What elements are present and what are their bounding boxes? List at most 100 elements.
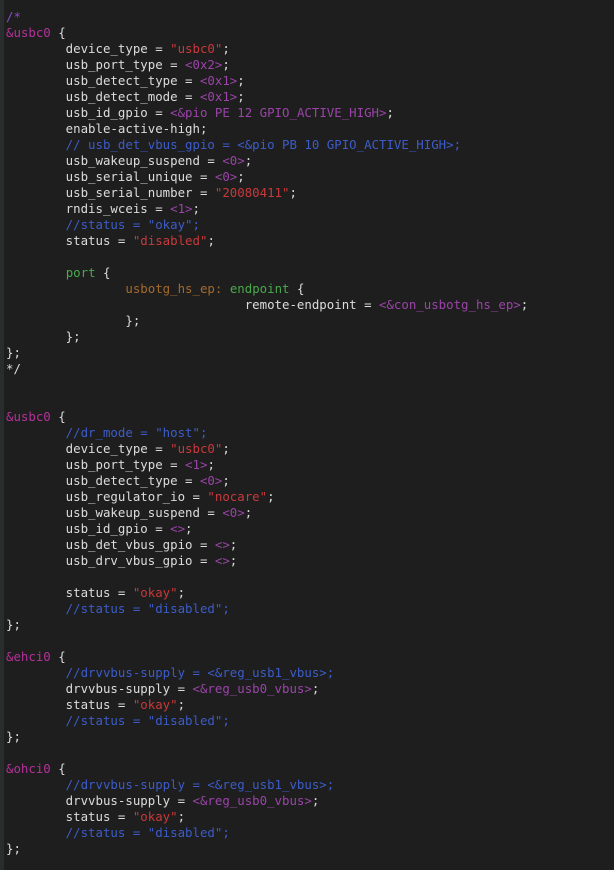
code-text: usb_detect_mode = bbox=[6, 89, 200, 104]
code-value: <0x1> bbox=[199, 89, 238, 104]
code-text: }; bbox=[6, 345, 21, 360]
code-text: status = bbox=[6, 585, 133, 600]
code-text: usb_regulator_io = bbox=[6, 489, 208, 504]
code-line: usb_id_gpio = <>; bbox=[6, 521, 612, 537]
code-text: usb_detect_type = bbox=[6, 473, 200, 488]
code-text: usb_detect_type = bbox=[6, 73, 200, 88]
code-line: }; bbox=[6, 313, 612, 329]
code-comment: //dr_mode = "host"; bbox=[6, 425, 208, 440]
code-line: device_type = "usbc0"; bbox=[6, 441, 612, 457]
code-string: "okay" bbox=[132, 697, 178, 712]
code-line: usb_serial_number = "20080411"; bbox=[6, 185, 612, 201]
code-text: usb_id_gpio = bbox=[6, 105, 171, 120]
code-line: usb_detect_type = <0>; bbox=[6, 473, 612, 489]
code-line: ​ bbox=[6, 377, 612, 393]
code-keyword: port bbox=[65, 265, 96, 280]
code-keyword: endpoint bbox=[229, 281, 290, 296]
code-value: <0> bbox=[222, 505, 245, 520]
code-text: usb_drv_vbus_gpio = bbox=[6, 553, 215, 568]
code-text: */ bbox=[6, 361, 21, 376]
code-line: status = "okay"; bbox=[6, 809, 612, 825]
code-line: }; bbox=[6, 841, 612, 857]
code-line: ​ bbox=[6, 633, 612, 649]
code-text: ; bbox=[177, 809, 186, 824]
code-line: //status = "disabled"; bbox=[6, 601, 612, 617]
code-text: ; bbox=[222, 473, 230, 488]
code-text: usb_wakeup_suspend = bbox=[6, 153, 223, 168]
code-text: ; bbox=[267, 489, 275, 504]
code-text: ; bbox=[237, 89, 245, 104]
code-text: usb_serial_number = bbox=[6, 185, 215, 200]
code-comment: //drvvbus-supply = <&reg_usb1_vbus>; bbox=[6, 665, 335, 680]
code-value: <&reg_usb0_vbus> bbox=[192, 681, 312, 696]
code-value: <&reg_usb0_vbus> bbox=[192, 793, 312, 808]
code-text: ; bbox=[229, 553, 238, 568]
code-line: &ehci0 { bbox=[6, 649, 612, 665]
code-text: ; bbox=[222, 57, 230, 72]
node-reference: &usbc0 bbox=[6, 409, 51, 424]
code-text: device_type = bbox=[6, 441, 171, 456]
code-value: <0> bbox=[199, 473, 223, 488]
code-line: }; bbox=[6, 345, 612, 361]
code-line: drvvbus-supply = <&reg_usb0_vbus>; bbox=[6, 681, 612, 697]
code-line: usb_wakeup_suspend = <0>; bbox=[6, 505, 612, 521]
code-text: }; bbox=[6, 617, 21, 632]
code-text: remote-endpoint = bbox=[6, 297, 379, 312]
code-line: status = "okay"; bbox=[6, 697, 612, 713]
code-line: remote-endpoint = <&con_usbotg_hs_ep>; bbox=[6, 297, 612, 313]
code-line: usb_serial_unique = <0>; bbox=[6, 169, 612, 185]
code-text: ; bbox=[244, 153, 253, 168]
code-editor[interactable]: /* &usbc0 { device_type = "usbc0"; usb_po… bbox=[0, 0, 614, 870]
code-text: ; bbox=[207, 457, 215, 472]
code-line: usb_det_vbus_gpio = <>; bbox=[6, 537, 612, 553]
code-line: ​ bbox=[6, 249, 612, 265]
code-value: <> bbox=[170, 521, 186, 536]
code-string: "nocare" bbox=[207, 489, 268, 504]
code-string: "disabled" bbox=[132, 233, 208, 248]
code-text: { bbox=[95, 265, 111, 280]
code-text: usb_serial_unique = bbox=[6, 169, 215, 184]
code-line: }; bbox=[6, 329, 612, 345]
code-text-area[interactable]: /* &usbc0 { device_type = "usbc0"; usb_po… bbox=[6, 9, 612, 857]
code-text: }; bbox=[6, 729, 21, 744]
code-line: &usbc0 { bbox=[6, 25, 612, 41]
code-line: //drvvbus-supply = <&reg_usb1_vbus>; bbox=[6, 777, 612, 793]
code-comment: //status = "disabled"; bbox=[6, 601, 230, 616]
code-text: { bbox=[50, 409, 66, 424]
code-text: ; bbox=[229, 537, 238, 552]
code-line: ​ bbox=[6, 569, 612, 585]
code-line: /* bbox=[6, 9, 612, 25]
code-line: usb_wakeup_suspend = <0>; bbox=[6, 153, 612, 169]
code-line: enable-active-high; bbox=[6, 121, 612, 137]
code-string: "usbc0" bbox=[170, 41, 223, 56]
code-text: ; bbox=[192, 201, 200, 216]
code-text: ; bbox=[177, 585, 186, 600]
code-text: }; bbox=[6, 329, 81, 344]
code-comment: //status = "disabled"; bbox=[6, 825, 230, 840]
code-text: status = bbox=[6, 809, 133, 824]
code-line: //dr_mode = "host"; bbox=[6, 425, 612, 441]
code-line: }; bbox=[6, 729, 612, 745]
code-line: status = "okay"; bbox=[6, 585, 612, 601]
code-line: rndis_wceis = <1>; bbox=[6, 201, 612, 217]
code-value: <0x2> bbox=[185, 57, 223, 72]
code-value: <> bbox=[214, 553, 230, 568]
code-line: }; bbox=[6, 617, 612, 633]
code-comment: //drvvbus-supply = <&reg_usb1_vbus>; bbox=[6, 777, 335, 792]
code-string: "okay" bbox=[132, 809, 178, 824]
code-text: status = bbox=[6, 233, 133, 248]
code-text: ; bbox=[185, 521, 193, 536]
code-line: usb_detect_type = <0x1>; bbox=[6, 73, 612, 89]
code-value: <0> bbox=[214, 169, 238, 184]
code-comment: // usb_det_vbus_gpio = <&pio PB 10 GPIO_… bbox=[6, 137, 462, 152]
code-line: port { bbox=[6, 265, 612, 281]
code-text: }; bbox=[6, 313, 141, 328]
code-text: usb_port_type = bbox=[6, 457, 186, 472]
node-reference: &ehci0 bbox=[6, 649, 51, 664]
code-label: usbotg_hs_ep: bbox=[125, 281, 223, 296]
code-line: status = "disabled"; bbox=[6, 233, 612, 249]
code-line: //status = "okay"; bbox=[6, 217, 612, 233]
